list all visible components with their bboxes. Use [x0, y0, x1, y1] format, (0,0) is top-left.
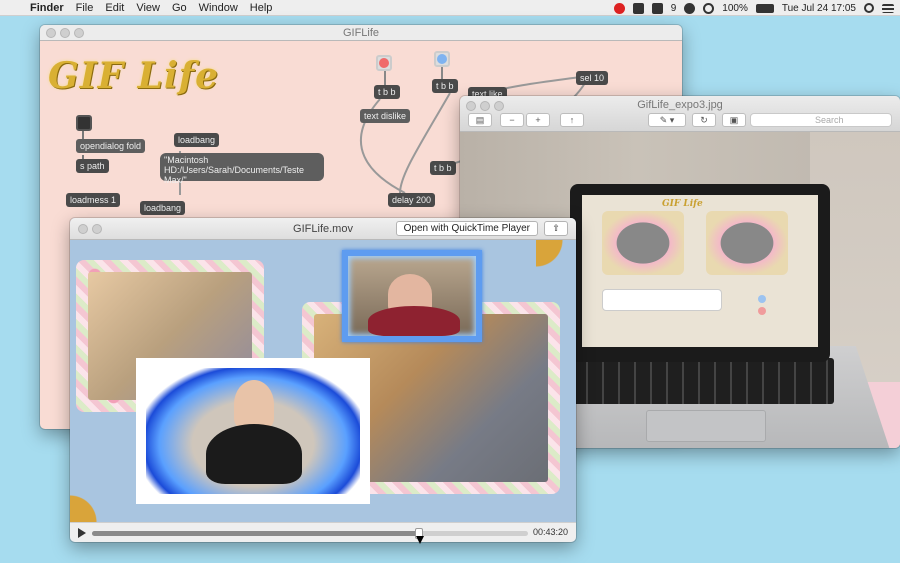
playback-controls: 00:43:20	[70, 522, 576, 542]
movie-frame	[70, 240, 576, 522]
delay-object[interactable]: delay 200	[388, 193, 436, 207]
dislike-bang[interactable]	[376, 55, 392, 71]
embedded-video-frame-2	[706, 211, 788, 275]
loadbang-object-2[interactable]: loadbang	[140, 201, 186, 215]
tbb-object-2[interactable]: t b b	[432, 79, 458, 93]
menu-app-name[interactable]: Finder	[26, 2, 70, 14]
tbb-object[interactable]: t b b	[374, 85, 400, 99]
menu-edit[interactable]: Edit	[99, 2, 130, 14]
markup-pen-icon[interactable]: ✎ ▾	[648, 113, 686, 127]
scrubber-track[interactable]	[92, 528, 528, 539]
zoom-in-icon[interactable]: +	[526, 113, 550, 127]
laptop-trackpad	[646, 410, 766, 442]
preview-window-title: GifLife_expo3.jpg	[637, 99, 723, 111]
sel-object[interactable]: sel 10	[576, 71, 609, 85]
loadmess-object[interactable]: loadmess 1	[66, 193, 121, 207]
dropbox-icon[interactable]	[632, 2, 644, 14]
blue-video-frame-man	[342, 250, 482, 342]
path-message[interactable]: "Macintosh HD:/Users/Sarah/Documents/Tes…	[160, 153, 324, 185]
bang-button[interactable]	[76, 115, 92, 131]
menu-bar: Finder File Edit View Go Window Help 9 1…	[0, 0, 900, 16]
laptop-display: GIF Life	[582, 195, 818, 347]
zoom-out-icon[interactable]: −	[500, 113, 524, 127]
like-bang[interactable]	[434, 51, 450, 67]
loadbang-object[interactable]: loadbang	[174, 133, 220, 147]
laptop-screen: GIF Life	[570, 184, 830, 362]
laptop-keyboard	[572, 358, 834, 404]
embedded-dislike-dot	[758, 307, 766, 315]
preview-titlebar[interactable]: GifLife_expo3.jpg ▤ − + ↑ ✎ ▾ ↻ ▣ Search	[460, 96, 900, 132]
sidebar-toggle-icon[interactable]: ▤	[468, 113, 492, 127]
gold-corner-ornament	[536, 240, 576, 280]
mouse-cursor-icon	[416, 536, 424, 544]
embedded-text-box	[602, 289, 722, 311]
spotlight-icon[interactable]	[864, 3, 874, 13]
rotate-icon[interactable]: ↻	[692, 113, 716, 127]
menu-status-area: 9 100% Tue Jul 24 17:05	[613, 0, 894, 16]
share-icon[interactable]: ↑	[560, 113, 584, 127]
menu-view[interactable]: View	[130, 2, 166, 14]
play-icon[interactable]	[78, 528, 86, 538]
share-icon[interactable]: ⇧	[544, 221, 568, 236]
clock[interactable]: Tue Jul 24 17:05	[782, 3, 856, 14]
movie-titlebar[interactable]: GIFLife.mov Open with QuickTime Player ⇧	[70, 218, 576, 240]
s-path-object[interactable]: s path	[76, 159, 109, 173]
adobe-icon[interactable]	[651, 2, 663, 14]
fire-video-frame-woman	[136, 358, 370, 504]
menu-help[interactable]: Help	[244, 2, 279, 14]
movie-window[interactable]: GIFLife.mov Open with QuickTime Player ⇧…	[70, 218, 576, 542]
search-field[interactable]: Search	[750, 113, 892, 127]
toolbox-icon[interactable]: ▣	[722, 113, 746, 127]
opendialog-object[interactable]: opendialog fold	[76, 139, 146, 153]
embedded-video-frame	[602, 211, 684, 275]
scrubber-fill	[92, 531, 419, 536]
gold-corner-ornament-2	[70, 482, 110, 522]
wifi-icon[interactable]	[703, 2, 715, 14]
record-icon[interactable]	[613, 2, 625, 14]
menu-window[interactable]: Window	[193, 2, 244, 14]
embedded-logo: GIF Life	[662, 199, 703, 209]
telegram-icon[interactable]	[684, 2, 696, 14]
open-with-quicktime-button[interactable]: Open with QuickTime Player	[395, 221, 538, 236]
tbb-object-3[interactable]: t b b	[430, 161, 456, 175]
notification-center-icon[interactable]	[882, 3, 894, 13]
battery-percent: 100%	[722, 2, 748, 14]
notification-count: 9	[670, 2, 677, 14]
battery-icon[interactable]	[755, 3, 774, 13]
embedded-like-dot	[758, 295, 766, 303]
text-dislike-message[interactable]: text dislike	[360, 109, 411, 123]
menu-file[interactable]: File	[70, 2, 100, 14]
menu-go[interactable]: Go	[166, 2, 193, 14]
playback-time: 00:43:20	[532, 527, 568, 537]
